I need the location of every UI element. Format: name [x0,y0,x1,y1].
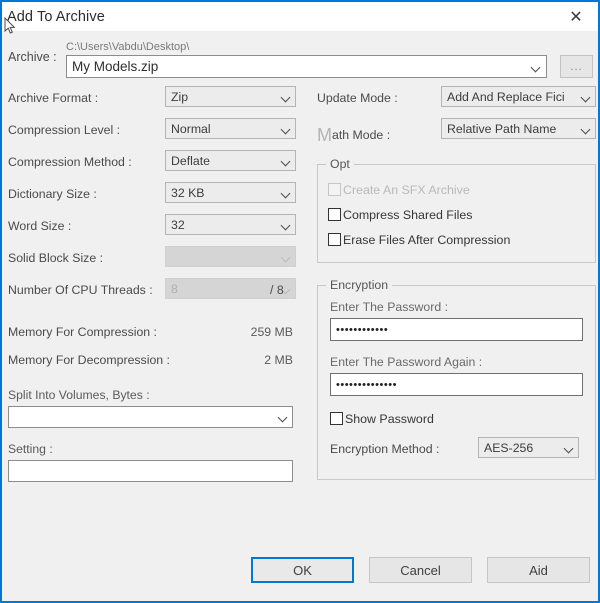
dictionary-size-combobox[interactable]: 32 KB [165,182,296,203]
path-mode-row: Math Mode : Relative Path Name [317,118,596,150]
memory-compression-row: Memory For Compression : 259 MB [8,322,293,350]
chevron-down-icon [580,123,592,135]
word-size-combobox[interactable]: 32 [165,214,296,235]
update-mode-label: Update Mode : [317,91,398,105]
compression-level-row: Compression Level : Normal [8,118,296,150]
archive-format-value: Zip [171,89,189,104]
checkbox-show-password-label: Show Password [345,411,434,426]
chevron-down-icon [580,91,592,103]
compression-method-label: Compression Method : [8,155,132,169]
chevron-down-icon [280,187,292,199]
chevron-down-icon [563,442,575,454]
path-mode-label-rest: ath Mode : [332,128,391,142]
compression-method-value: Deflate [171,153,210,168]
checkbox-create-sfx-archive-label: Create An SFX Archive [343,182,470,197]
checkbox-icon [328,208,341,221]
compression-method-row: Compression Method : Deflate [8,150,296,182]
update-mode-row: Update Mode : Add And Replace Fici [317,86,596,118]
archive-format-row: Archive Format : Zip [8,86,296,118]
memory-compression-label: Memory For Compression : [8,325,157,339]
compression-level-value: Normal [171,121,211,136]
path-mode-label-initial: M [317,125,332,145]
memory-decompression-value: 2 MB [264,353,293,367]
checkbox-icon [330,412,343,425]
options-group: Opt Create An SFX Archive Compress Share… [317,157,596,263]
chevron-down-icon [280,155,292,167]
ok-button[interactable]: OK [251,557,354,583]
encryption-group-title: Encryption [326,278,393,292]
window-title: Add To Archive [7,8,105,25]
setting-label: Setting : [8,442,53,456]
checkbox-create-sfx-archive: Create An SFX Archive [328,177,585,202]
password-again-input[interactable]: •••••••••••••• [330,373,583,396]
encryption-method-row: Encryption Method : AES-256 [330,437,583,463]
setting-block: Setting : [8,442,293,482]
compression-level-combobox[interactable]: Normal [165,118,296,139]
checkbox-erase-files-after-compression-label: Erase Files After Compression [343,232,511,247]
solid-block-size-label: Solid Block Size : [8,251,104,265]
dictionary-size-value: 32 KB [171,185,205,200]
checkbox-show-password[interactable]: Show Password [330,406,583,431]
setting-input[interactable] [8,460,293,482]
path-mode-value: Relative Path Name [447,121,557,136]
checkbox-compress-shared-files[interactable]: Compress Shared Files [328,202,585,227]
memory-decompression-row: Memory For Decompression : 2 MB [8,350,293,378]
dictionary-size-row: Dictionary Size : 32 KB [8,182,296,214]
checkbox-icon [328,233,341,246]
dictionary-size-label: Dictionary Size : [8,187,97,201]
encryption-method-label: Encryption Method : [330,442,440,456]
chevron-down-icon [280,219,292,231]
archive-format-combobox[interactable]: Zip [165,86,296,107]
chevron-down-icon [280,91,292,103]
archive-format-label: Archive Format : [8,91,99,105]
archive-path-text: C:\Users\Vabdu\Desktop\ [66,41,190,53]
password-label: Enter The Password : [330,300,449,314]
password-input[interactable]: •••••••••••• [330,318,583,341]
checkbox-icon [328,183,341,196]
split-volumes-block: Split Into Volumes, Bytes : [8,388,293,428]
password-again-label: Enter The Password Again : [330,355,483,369]
dialog-button-bar: OK Cancel Aid [2,557,598,583]
solid-block-size-combobox [165,246,296,267]
encryption-method-combobox[interactable]: AES-256 [478,437,579,458]
update-mode-value: Add And Replace Fici [447,89,565,104]
word-size-value: 32 [171,217,185,232]
title-bar[interactable]: Add To Archive ✕ [0,0,600,31]
browse-button[interactable]: ... [560,55,593,78]
archive-name-value: My Models.zip [72,59,159,74]
word-size-label: Word Size : [8,219,72,233]
update-mode-combobox[interactable]: Add And Replace Fici [441,86,596,107]
cpu-threads-row: Number Of CPU Threads : 8 / 8 [8,278,296,310]
right-options-column: Update Mode : Add And Replace Fici Math … [317,86,596,480]
split-volumes-combobox[interactable] [8,406,293,428]
encryption-group: Encryption Enter The Password : ••••••••… [317,278,596,480]
memory-decompression-label: Memory For Decompression : [8,353,170,367]
left-options-column: Archive Format : Zip Compression Level :… [8,86,296,482]
checkbox-compress-shared-files-label: Compress Shared Files [343,207,473,222]
chevron-down-icon [280,251,292,263]
checkbox-erase-files-after-compression[interactable]: Erase Files After Compression [328,227,585,252]
archive-name-combobox[interactable]: My Models.zip [66,55,547,78]
path-mode-label: Math Mode : [317,123,391,145]
solid-block-size-row: Solid Block Size : [8,246,296,278]
cpu-threads-value: 8 [171,281,178,296]
word-size-row: Word Size : 32 [8,214,296,246]
chevron-down-icon [530,61,542,73]
cancel-button[interactable]: Cancel [369,557,472,583]
memory-compression-value: 259 MB [250,325,293,339]
compression-level-label: Compression Level : [8,123,121,137]
chevron-down-icon [277,411,289,423]
chevron-down-icon [280,123,292,135]
compression-method-combobox[interactable]: Deflate [165,150,296,171]
help-button[interactable]: Aid [487,557,590,583]
archive-label: Archive : [8,50,57,64]
cpu-threads-total: / 8 [270,283,284,297]
close-icon[interactable]: ✕ [554,2,598,31]
cpu-threads-label: Number Of CPU Threads : [8,283,153,297]
encryption-method-value: AES-256 [484,440,534,455]
options-group-title: Opt [326,157,354,171]
split-volumes-label: Split Into Volumes, Bytes : [8,388,150,402]
path-mode-combobox[interactable]: Relative Path Name [441,118,596,139]
